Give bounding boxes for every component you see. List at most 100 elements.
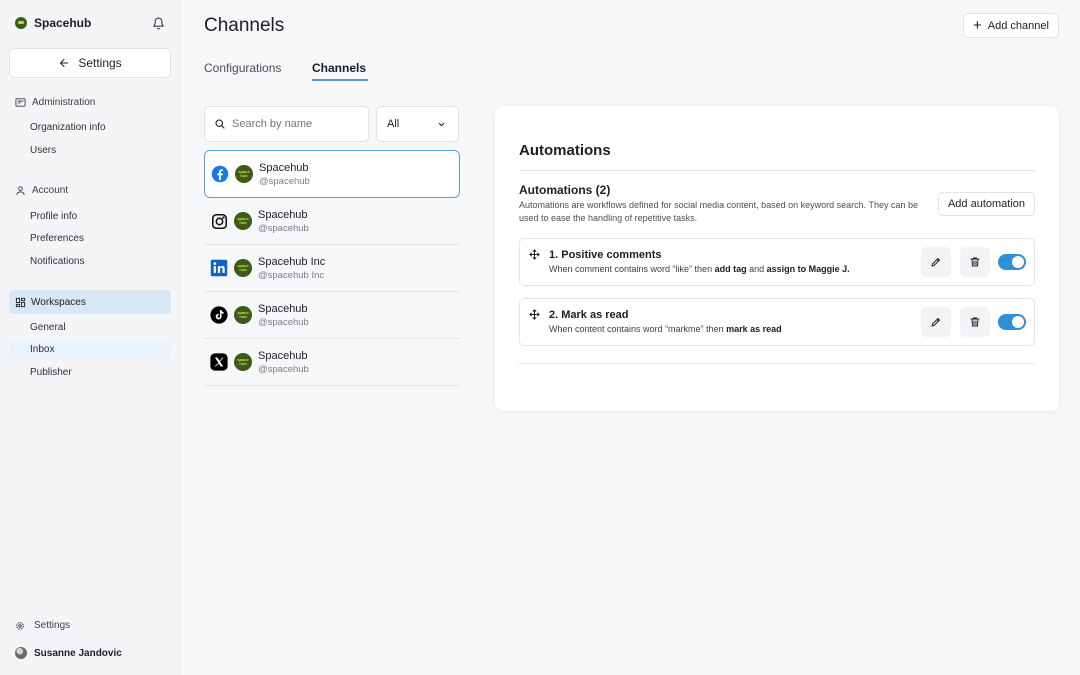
rule-desc-text: When comment contains word “like” then: [549, 264, 715, 274]
automations-heading: Automations (2): [519, 183, 611, 197]
sidebar-item-publisher[interactable]: Publisher: [30, 367, 72, 378]
add-channel-label: Add channel: [987, 19, 1049, 32]
channel-item[interactable]: space hub Spacehub @spacehub: [204, 292, 460, 339]
sidebar-item-general[interactable]: General: [30, 322, 66, 333]
grid-icon: [15, 297, 26, 307]
x-icon: [210, 353, 228, 371]
search-icon: [215, 119, 225, 129]
sidebar-item-profile-info[interactable]: Profile info: [30, 211, 77, 222]
rule-title: 2. Mark as read: [549, 309, 629, 321]
sidebar-item-preferences[interactable]: Preferences: [30, 233, 84, 244]
settings-label: Settings: [34, 620, 71, 631]
delete-rule-button[interactable]: [960, 247, 990, 277]
settings-button-label: Settings: [78, 56, 122, 70]
search-input[interactable]: [232, 118, 362, 130]
nav-section-workspaces[interactable]: Workspaces: [9, 290, 171, 314]
facebook-icon: [211, 165, 229, 183]
nav-section-label: Account: [32, 185, 69, 196]
instagram-icon: [210, 212, 228, 230]
rule-action: mark as read: [726, 324, 782, 334]
automations-title: Automations: [519, 142, 611, 159]
linkedin-icon: [210, 259, 228, 277]
id-card-icon: [15, 98, 26, 107]
account-badge-icon: space hub: [234, 306, 252, 324]
sidebar-item-organization-info[interactable]: Organization info: [30, 122, 106, 133]
divider: [519, 363, 1035, 364]
automations-description: Automations are workflows defined for so…: [519, 200, 919, 223]
rule-description: When content contains word “markme” then…: [549, 324, 782, 334]
channel-handle: @spacehub Inc: [258, 270, 325, 281]
pencil-icon: [931, 258, 940, 267]
rule-action: add tag: [714, 264, 747, 274]
gear-icon: [16, 621, 24, 630]
rule-enabled-toggle[interactable]: [998, 314, 1026, 330]
account-badge-icon: space hub: [234, 259, 252, 277]
drag-handle-icon[interactable]: [529, 309, 540, 320]
sidebar-item-users[interactable]: Users: [30, 145, 56, 156]
rule-description: When comment contains word “like” then a…: [549, 264, 850, 274]
channel-handle: @spacehub: [258, 223, 309, 234]
divider: [519, 170, 1035, 171]
channel-item[interactable]: space hub Spacehub @spacehub: [204, 339, 460, 386]
arrow-left-icon: [60, 59, 69, 67]
sidebar-item-inbox[interactable]: Inbox: [30, 344, 54, 355]
nav-section-administration: Administration: [15, 97, 95, 108]
add-automation-button[interactable]: Add automation: [938, 192, 1035, 216]
tiktok-icon: [210, 306, 228, 324]
pencil-icon: [931, 318, 940, 327]
tab-configurations[interactable]: Configurations: [204, 61, 281, 75]
drag-handle-icon[interactable]: [529, 249, 540, 260]
avatar: [15, 647, 27, 659]
account-badge-icon: space hub: [234, 212, 252, 230]
channel-handle: @spacehub: [258, 317, 309, 328]
chevron-down-icon: [438, 122, 445, 126]
rule-desc-text: and: [746, 264, 767, 274]
bell-icon[interactable]: [152, 17, 165, 30]
edit-rule-button[interactable]: [921, 247, 951, 277]
sidebar-item-settings[interactable]: Settings: [15, 620, 70, 631]
search-box[interactable]: [204, 106, 369, 142]
nav-section-label: Workspaces: [31, 296, 86, 308]
tab-channels[interactable]: Channels: [312, 61, 366, 75]
channel-item[interactable]: space hub Spacehub @spacehub: [204, 198, 460, 245]
back-to-settings-button[interactable]: Settings: [9, 48, 171, 78]
page-title: Channels: [204, 15, 285, 36]
channel-handle: @spacehub: [258, 364, 309, 375]
rule-enabled-toggle[interactable]: [998, 254, 1026, 270]
account-badge-icon: space hub: [234, 353, 252, 371]
rule-title: 1. Positive comments: [549, 249, 662, 261]
rule-action: assign to Maggie J.: [766, 264, 850, 274]
nav-section-account: Account: [15, 185, 68, 196]
account-badge-icon: space hub: [235, 165, 253, 183]
channel-handle: @spacehub: [259, 176, 310, 187]
user-name: Susanne Jandovic: [34, 647, 122, 659]
automations-panel: Automations Automations (2) Automations …: [495, 106, 1059, 411]
user-icon: [16, 186, 25, 196]
trash-icon: [970, 317, 980, 327]
edit-rule-button[interactable]: [921, 307, 951, 337]
sidebar: Spacehub Settings Administration Organiz…: [0, 0, 181, 675]
delete-rule-button[interactable]: [960, 307, 990, 337]
brand[interactable]: Spacehub: [15, 16, 91, 30]
channel-item[interactable]: space hub Spacehub Inc @spacehub Inc: [204, 245, 460, 292]
plus-icon: +: [973, 17, 982, 34]
brand-name: Spacehub: [34, 16, 92, 30]
channel-filter-select[interactable]: All: [376, 106, 459, 142]
channel-name: Spacehub Inc: [258, 256, 326, 268]
add-channel-button[interactable]: + Add channel: [963, 13, 1059, 38]
sidebar-item-notifications[interactable]: Notifications: [30, 256, 84, 267]
rule-desc-text: When content contains word “markme” then: [549, 324, 727, 334]
channel-item[interactable]: space hub Spacehub @spacehub: [204, 150, 460, 198]
automation-rule[interactable]: 1. Positive comments When comment contai…: [519, 238, 1035, 286]
automation-rule[interactable]: 2. Mark as read When content contains wo…: [519, 298, 1035, 346]
trash-icon: [970, 257, 980, 267]
channel-name: Spacehub: [258, 350, 308, 362]
channel-name: Spacehub: [258, 209, 308, 221]
channel-name: Spacehub: [259, 162, 309, 174]
user-profile[interactable]: Susanne Jandovic: [15, 647, 122, 659]
nav-section-label: Administration: [32, 97, 96, 108]
brand-logo-icon: [15, 17, 27, 29]
filter-selected-value: All: [387, 118, 400, 130]
channel-name: Spacehub: [258, 303, 308, 315]
channel-list: space hub Spacehub @spacehub space hub Spa…: [204, 150, 460, 386]
